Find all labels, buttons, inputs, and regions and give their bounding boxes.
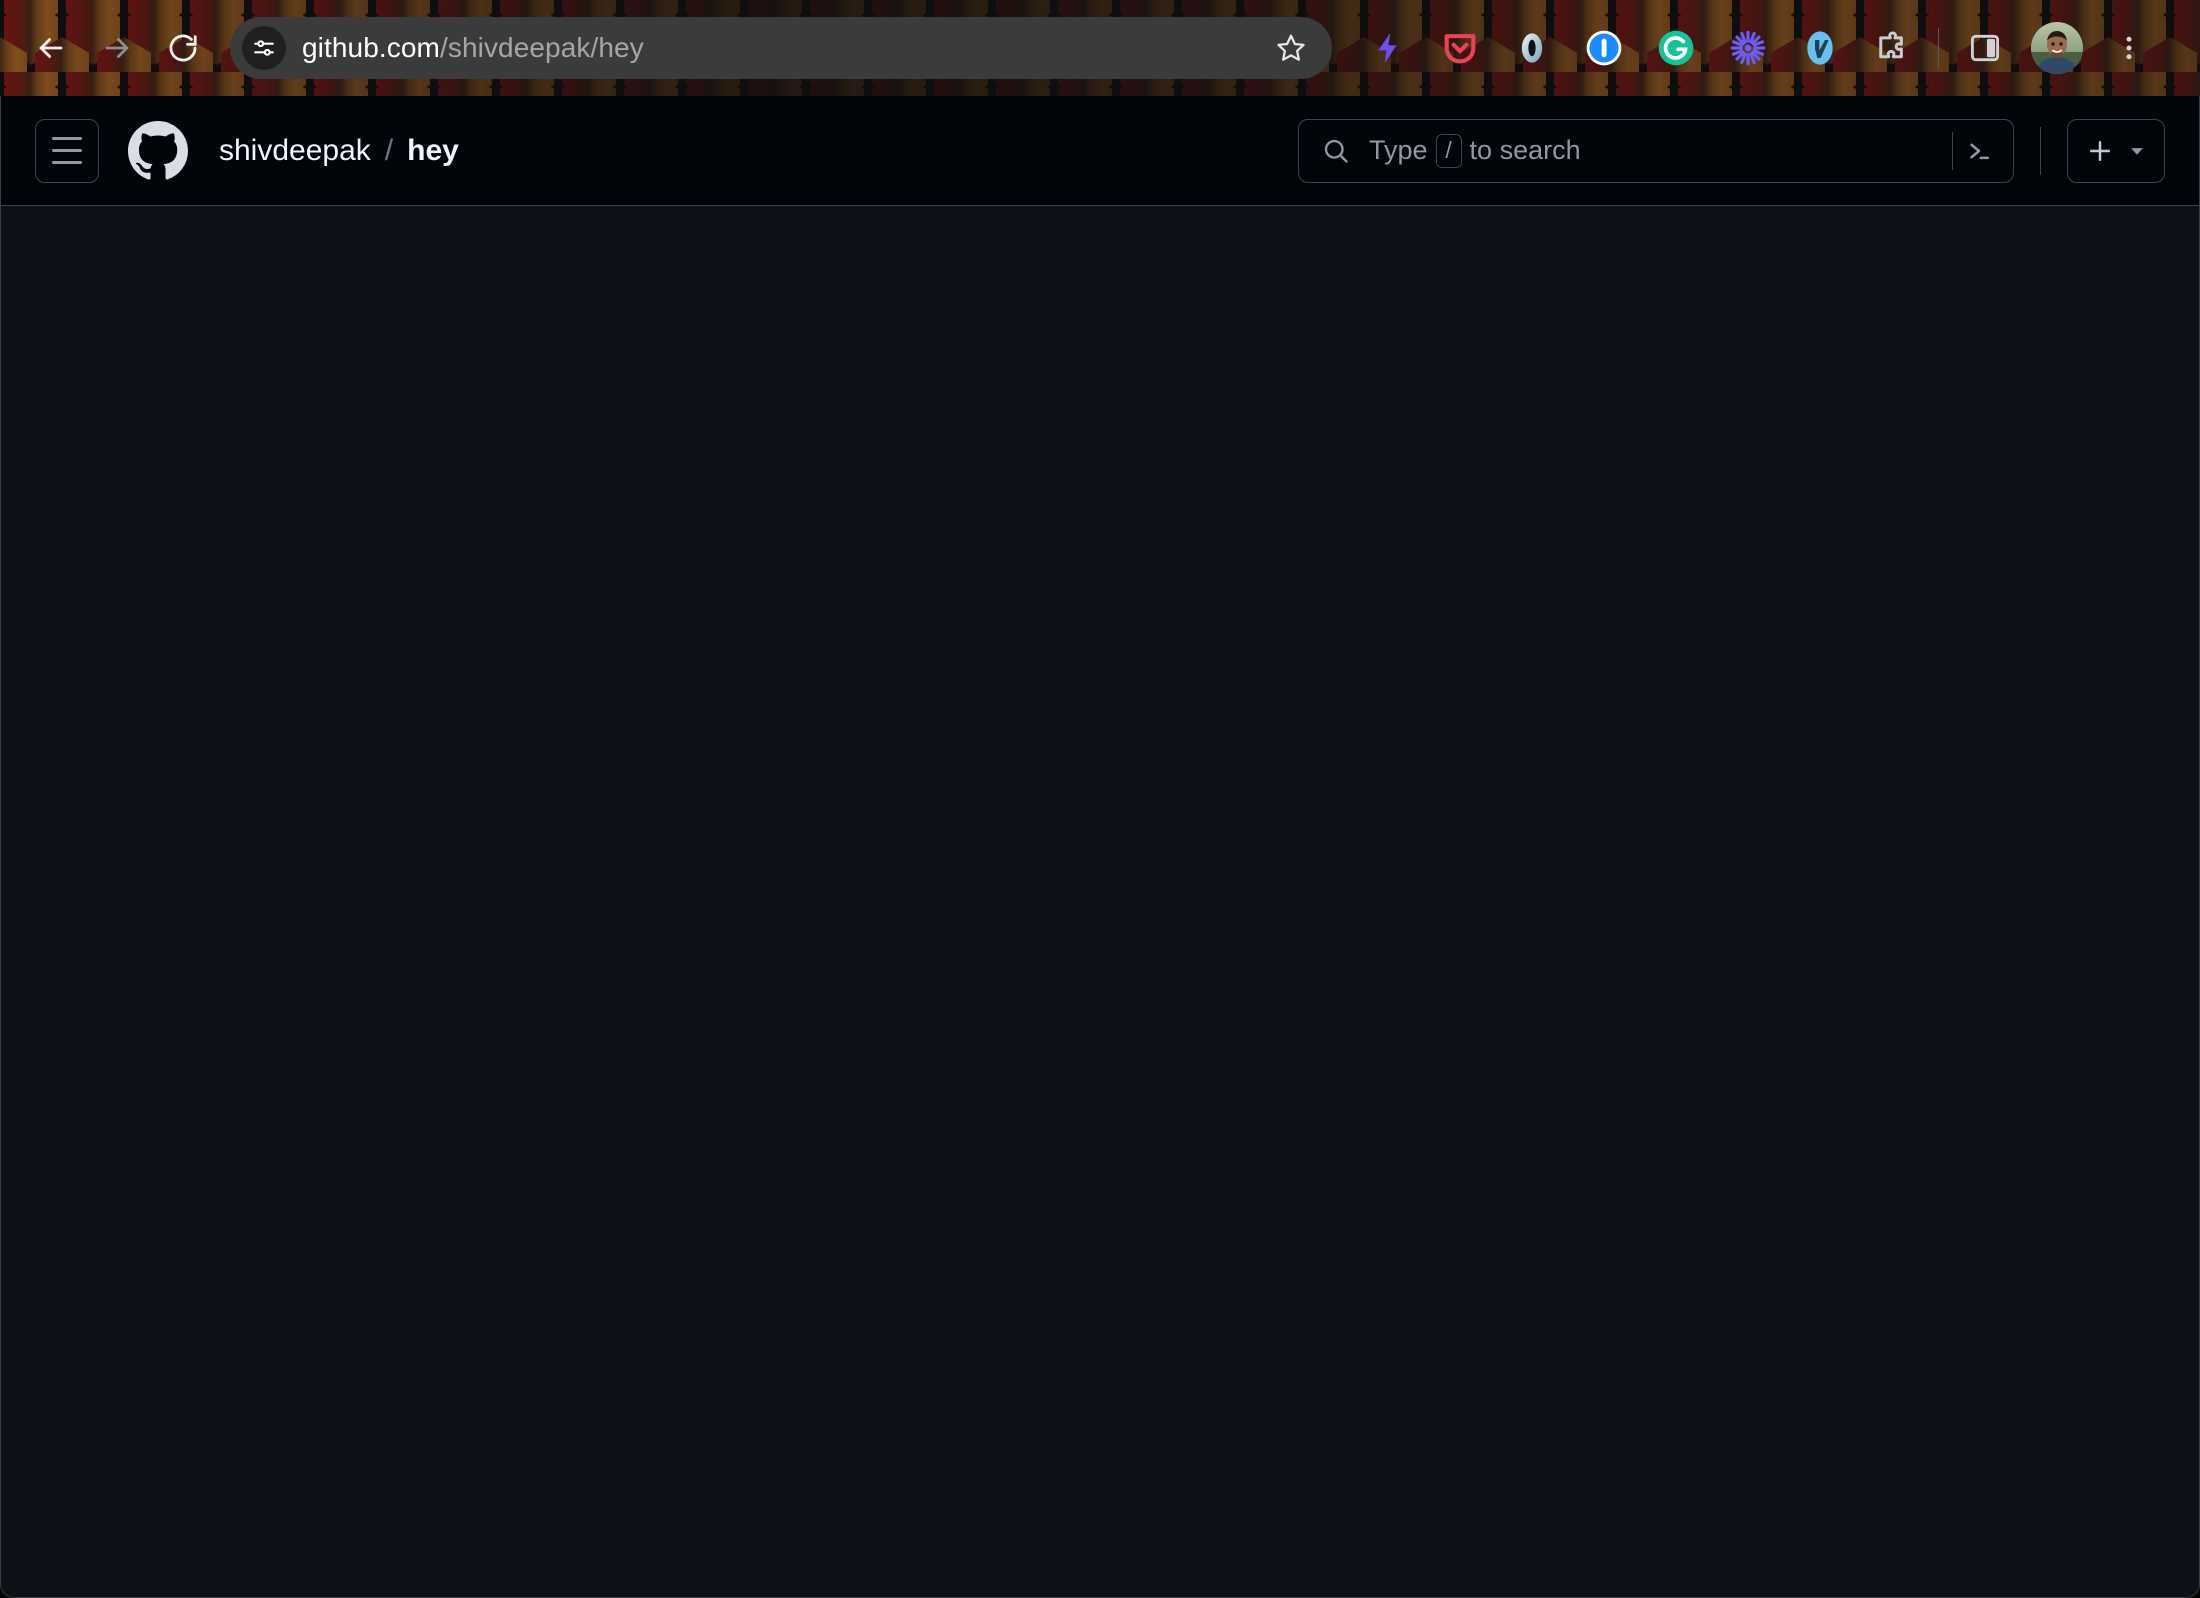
repository-main-content (1, 206, 2199, 1597)
create-new-button[interactable] (2067, 118, 2165, 183)
search-placeholder-prefix: Type (1369, 135, 1428, 165)
page-viewport: shivdeepak / hey Type / to search (0, 96, 2200, 1598)
vimium-extension-icon[interactable] (1784, 12, 1856, 84)
back-arrow-icon (39, 38, 63, 58)
github-header: shivdeepak / hey Type / to search (1, 96, 2199, 206)
plus-icon (2090, 140, 2110, 161)
slash-key-hint: / (1435, 133, 1462, 168)
hamburger-bar (52, 149, 82, 152)
extensions-toolbar (1352, 12, 2165, 84)
three-dots-vertical-icon (2126, 36, 2132, 60)
forward-button[interactable] (84, 15, 150, 81)
vimium-glyph (1807, 31, 1833, 65)
tune-sliders-icon (254, 40, 274, 56)
reload-icon (169, 34, 197, 62)
profile-avatar-button[interactable] (2021, 12, 2093, 84)
bookmark-button[interactable] (1268, 25, 1314, 71)
browser-chrome: github.com/shivdeepak/hey (0, 0, 2200, 96)
address-bar[interactable]: github.com/shivdeepak/hey (230, 17, 1332, 79)
chrome-menu-button[interactable] (2093, 12, 2165, 84)
bolt-glyph (1378, 33, 1397, 63)
1password-extension-icon[interactable] (1568, 12, 1640, 84)
chevron-down-icon (2131, 147, 2143, 155)
side-panel-button[interactable] (1949, 12, 2021, 84)
ring-glyph (1521, 33, 1543, 63)
back-button[interactable] (18, 15, 84, 81)
puzzle-piece-glyph (1879, 31, 1903, 59)
github-octocat-icon (128, 120, 188, 180)
github-logo-link[interactable] (127, 120, 189, 182)
lightning-bolt-extension-icon[interactable] (1352, 12, 1424, 84)
url-text: github.com/shivdeepak/hey (302, 32, 1268, 64)
hamburger-bar (52, 161, 82, 164)
avatar (2031, 22, 2083, 74)
side-panel-icon (1970, 34, 2000, 62)
search-placeholder: Type / to search (1369, 133, 1952, 168)
search-icon (1324, 139, 1348, 163)
site-info-button[interactable] (242, 26, 286, 70)
star-icon (1277, 34, 1305, 61)
reload-button[interactable] (150, 15, 216, 81)
ring-extension-icon[interactable] (1496, 12, 1568, 84)
breadcrumb-repo-link[interactable]: hey (407, 134, 459, 168)
search-input[interactable]: Type / to search (1298, 118, 2014, 183)
breadcrumb: shivdeepak / hey (219, 134, 459, 168)
asterisk-extension-icon[interactable] (1712, 12, 1784, 84)
breadcrumb-separator: / (384, 133, 394, 167)
grammarly-glyph (1658, 30, 1694, 66)
pocket-extension-icon[interactable] (1424, 12, 1496, 84)
breadcrumb-owner-link[interactable]: shivdeepak (219, 134, 371, 168)
header-divider (2040, 126, 2041, 175)
hamburger-bar (52, 137, 82, 140)
extensions-puzzle-icon[interactable] (1856, 12, 1928, 84)
forward-arrow-icon (105, 38, 129, 58)
command-palette-button[interactable] (1953, 125, 2005, 177)
url-domain: github.com (302, 32, 440, 63)
url-path: /shivdeepak/hey (439, 32, 644, 63)
onepassword-glyph (1586, 30, 1622, 66)
pocket-shield-glyph (1444, 34, 1476, 64)
asterisk-burst-glyph (1730, 30, 1766, 66)
grammarly-extension-icon[interactable] (1640, 12, 1712, 84)
terminal-icon (1970, 143, 1989, 159)
avatar-photo (2031, 22, 2083, 74)
toolbar-divider (1938, 28, 1939, 68)
search-placeholder-suffix: to search (1469, 135, 1581, 165)
global-nav-menu-button[interactable] (35, 118, 99, 183)
